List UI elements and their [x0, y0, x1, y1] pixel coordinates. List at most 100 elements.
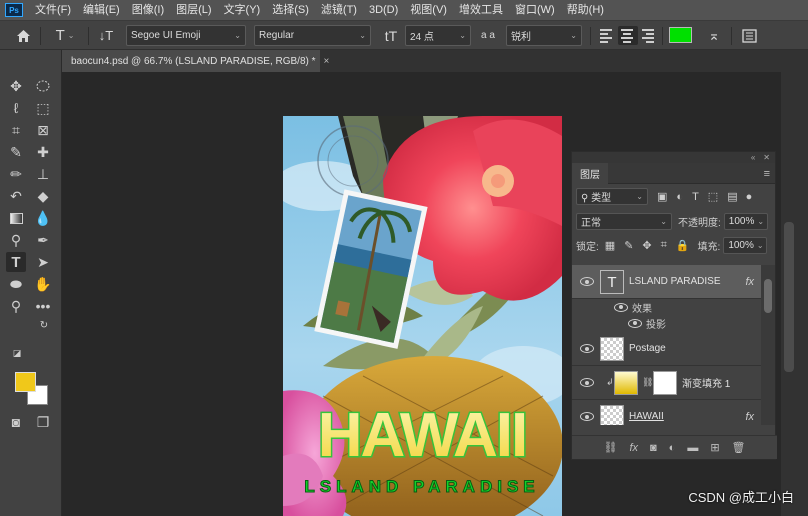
menu-layer[interactable]: 图层(L) [170, 0, 217, 20]
delete-layer-icon[interactable]: 🗑 [732, 441, 746, 454]
antialias-select[interactable]: 锐利 ⌄ [506, 25, 582, 46]
layer-row-hawaii[interactable]: HAWAII fx [572, 400, 762, 425]
marquee-tool-icon[interactable] [33, 76, 53, 96]
foreground-color-swatch[interactable] [15, 372, 36, 392]
text-color-swatch[interactable] [669, 27, 692, 43]
tab-layers[interactable]: 图层 [572, 162, 608, 184]
filter-pixel-icon[interactable]: ▣ [657, 190, 667, 203]
visibility-eye-icon[interactable] [579, 412, 594, 421]
layer-row-lsland-paradise[interactable]: T LSLAND PARADISE fx [572, 265, 762, 299]
type-tool-icon[interactable]: T [6, 252, 26, 272]
drop-shadow-row[interactable]: 投影 [572, 315, 762, 331]
filter-adjustment-icon[interactable]: ◐ [676, 191, 683, 203]
crop-tool-icon[interactable]: ⌗ [6, 120, 26, 140]
pen-tool-icon[interactable]: ✒ [33, 230, 53, 250]
new-group-icon[interactable]: ▬ [687, 442, 698, 454]
effects-visibility-eye-icon[interactable] [613, 302, 628, 312]
filter-toggle-icon[interactable]: ● [746, 191, 753, 203]
menu-view[interactable]: 视图(V) [404, 0, 453, 20]
path-selection-tool-icon[interactable]: ➤ [33, 252, 53, 272]
brush-tool-icon[interactable]: ✏ [6, 164, 26, 184]
eraser-tool-icon[interactable]: ◆ [33, 186, 53, 206]
lock-artboard-icon[interactable]: ⌗ [661, 239, 667, 252]
close-panel-icon[interactable]: ✕ [763, 153, 770, 162]
canvas-scrollbar[interactable] [784, 222, 794, 372]
visibility-eye-icon[interactable] [579, 277, 594, 286]
visibility-eye-icon[interactable] [579, 344, 594, 353]
eyedropper-tool-icon[interactable]: ✎ [6, 142, 26, 162]
menu-type[interactable]: 文字(Y) [218, 0, 267, 20]
collapse-panel-icon[interactable]: « [751, 153, 755, 162]
close-tab-icon[interactable]: × [324, 56, 330, 67]
layers-scroll-thumb[interactable] [764, 279, 772, 313]
filter-smart-object-icon[interactable]: ▤ [727, 190, 737, 203]
menu-3d[interactable]: 3D(D) [363, 0, 404, 20]
layer-filter-select[interactable]: ⚲ 类型 ⌄ [576, 188, 648, 205]
menu-image[interactable]: 图像(I) [126, 0, 170, 20]
zoom-tool-icon[interactable]: ⚲ [6, 296, 26, 316]
menu-filter[interactable]: 滤镜(T) [315, 0, 363, 20]
filter-type-icon[interactable]: T [692, 191, 699, 203]
align-left-button[interactable] [597, 26, 617, 45]
dodge-tool-icon[interactable]: ⚲ [6, 230, 26, 250]
lock-position-icon[interactable]: ✥ [642, 239, 651, 252]
drop-shadow-visibility-eye-icon[interactable] [627, 318, 642, 328]
document-tab[interactable]: baocun4.psd @ 66.7% (LSLAND PARADISE, RG… [62, 50, 329, 72]
link-layers-icon[interactable]: ⛓ [603, 441, 617, 454]
lock-pixels-icon[interactable]: ✎ [624, 239, 633, 252]
new-layer-icon[interactable]: ⊞ [710, 441, 719, 454]
add-layer-style-icon[interactable]: fx [629, 442, 638, 454]
fill-input[interactable]: 100% ⌄ [723, 236, 768, 254]
layer-row-gradient-fill[interactable]: ↲ ⛓ 渐变填充 1 [572, 366, 762, 400]
history-brush-tool-icon[interactable]: ↶ [6, 186, 26, 206]
ellipse-tool-icon[interactable]: ⬬ [6, 274, 26, 294]
more-tools-icon[interactable]: ••• [33, 296, 53, 316]
home-icon[interactable] [12, 25, 34, 46]
default-colors-icon[interactable]: ◪ [10, 346, 24, 360]
type-tool-preset-icon[interactable]: T ⌄ [50, 25, 80, 46]
lasso-tool-icon[interactable]: ℓ [6, 98, 26, 118]
visibility-eye-icon[interactable] [579, 378, 594, 387]
object-select-tool-icon[interactable]: ⬚ [33, 98, 53, 118]
filter-shape-icon[interactable]: ⬚ [708, 190, 718, 203]
layer-effects-icon[interactable]: fx [745, 276, 754, 288]
link-icon[interactable]: ⛓ [642, 377, 653, 388]
font-size-select[interactable]: 24 点 ⌄ [405, 25, 471, 46]
quick-mask-icon[interactable]: ◙ [6, 412, 26, 432]
hand-tool-icon[interactable]: ✋ [33, 274, 53, 294]
opacity-input[interactable]: 100% ⌄ [723, 212, 768, 230]
adjustment-layer-icon[interactable]: ◐ [669, 442, 676, 454]
layer-mask-thumbnail [653, 371, 677, 395]
character-panel-icon[interactable] [738, 25, 760, 46]
menu-file[interactable]: 文件(F) [29, 0, 77, 20]
artwork-canvas[interactable]: HAWAII LSLAND PARADISE [283, 116, 562, 516]
layers-scrollbar[interactable] [761, 265, 775, 425]
menu-window[interactable]: 窗口(W) [509, 0, 561, 20]
swap-colors-icon[interactable]: ↻ [37, 318, 51, 332]
panel-menu-icon[interactable]: ≡ [764, 168, 770, 180]
font-family-select[interactable]: Segoe UI Emoji ⌄ [126, 25, 246, 46]
toggle-text-orientation-icon[interactable]: ↓T [95, 25, 117, 46]
font-style-select[interactable]: Regular ⌄ [254, 25, 371, 46]
menu-plugins[interactable]: 增效工具 [453, 0, 509, 20]
blur-tool-icon[interactable]: 💧 [33, 208, 53, 228]
align-center-button[interactable] [618, 26, 638, 45]
effects-row[interactable]: 效果 [572, 299, 762, 315]
blend-mode-select[interactable]: 正常 ⌄ [576, 212, 672, 230]
move-tool-icon[interactable]: ✥ [6, 76, 26, 96]
menu-edit[interactable]: 编辑(E) [77, 0, 126, 20]
healing-brush-tool-icon[interactable]: ✚ [33, 142, 53, 162]
frame-tool-icon[interactable]: ⊠ [33, 120, 53, 140]
lock-all-icon[interactable]: 🔒 [676, 239, 690, 252]
add-mask-icon[interactable]: ◙ [650, 442, 657, 454]
clone-stamp-tool-icon[interactable]: ⊥ [33, 164, 53, 184]
gradient-tool-icon[interactable] [6, 208, 26, 228]
menu-select[interactable]: 选择(S) [266, 0, 315, 20]
screen-mode-icon[interactable]: ❐ [33, 412, 53, 432]
layer-effects-icon[interactable]: fx [745, 411, 754, 423]
menu-help[interactable]: 帮助(H) [561, 0, 610, 20]
align-right-button[interactable] [639, 26, 659, 45]
warp-text-icon[interactable]: ⌅ [703, 25, 725, 46]
lock-transparent-icon[interactable]: ▦ [605, 239, 615, 252]
layer-row-postage[interactable]: Postage [572, 332, 762, 366]
